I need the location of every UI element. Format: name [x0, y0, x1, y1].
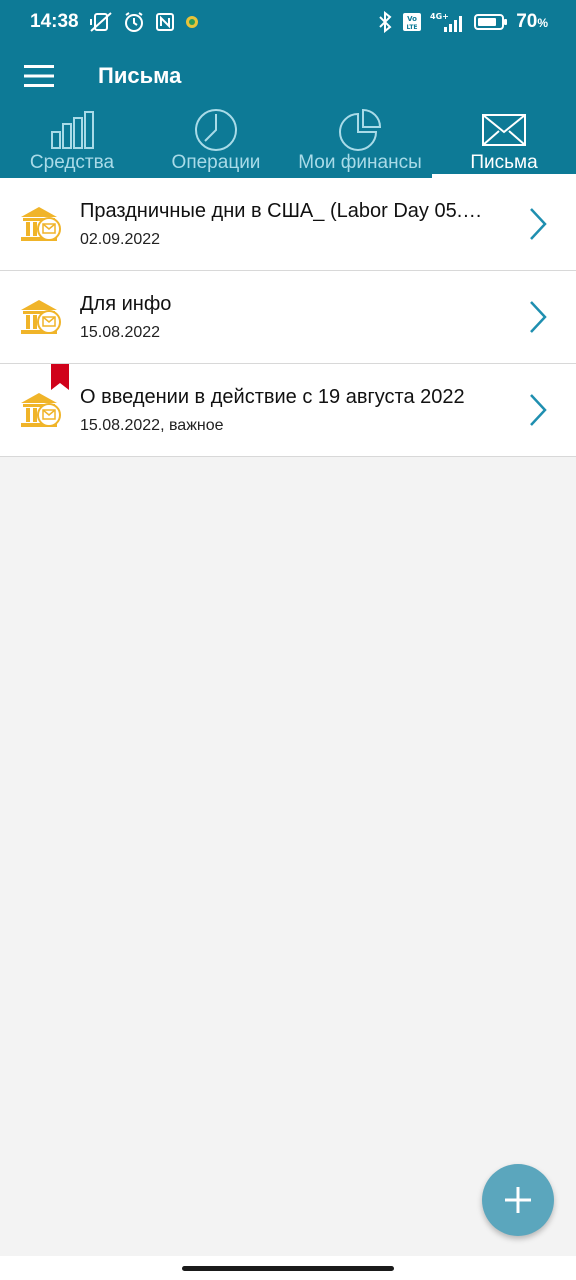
letter-date: 15.08.2022, важное: [80, 417, 224, 434]
chevron-right-icon: [500, 300, 576, 334]
add-letter-button[interactable]: [482, 1164, 554, 1236]
tab-operatsii[interactable]: Операции: [144, 108, 288, 178]
svg-text:4G+: 4G+: [430, 12, 449, 21]
letter-date: 15.08.2022: [80, 324, 161, 341]
letter-title: Праздничные дни в США_ (Labor Day 05.09.…: [80, 200, 490, 222]
chevron-right-icon: [500, 207, 576, 241]
menu-button[interactable]: [0, 44, 78, 108]
letter-row[interactable]: О введении в действие с 19 августа 2022 …: [0, 364, 576, 457]
alarm-icon: [123, 11, 145, 33]
bank-mail-icon: [0, 298, 80, 336]
letter-row[interactable]: Для инфо 15.08.2022: [0, 271, 576, 364]
volte-icon: Vo LTE: [402, 12, 422, 32]
clock-icon: [194, 108, 238, 152]
envelope-icon: [482, 108, 526, 152]
tab-moi-finansy[interactable]: Мои финансы: [288, 108, 432, 178]
bluetooth-icon: [376, 11, 394, 33]
tab-pisma[interactable]: Письма: [432, 108, 576, 178]
nfc-icon: [155, 12, 175, 32]
signal-icon: 4G+: [430, 11, 466, 33]
bar-chart-icon: [49, 108, 95, 152]
plus-icon: [505, 1187, 531, 1213]
battery-unit: %: [537, 16, 548, 30]
status-bar: 14:38 Vo LTE 4G+ 70%: [0, 0, 576, 44]
battery-icon: [474, 12, 508, 32]
home-indicator[interactable]: [182, 1266, 394, 1271]
bookmark-icon: [51, 364, 69, 395]
tab-label: Мои финансы: [298, 152, 422, 173]
letter-date: 02.09.2022: [80, 231, 161, 248]
svg-text:Vo: Vo: [407, 15, 417, 23]
letter-row[interactable]: Праздничные дни в США_ (Labor Day 05.09.…: [0, 178, 576, 271]
tab-label: Средства: [29, 152, 115, 173]
tab-bar: Средства Операции Мои финансы Письма: [0, 108, 576, 178]
status-time: 14:38: [30, 11, 79, 32]
app-notification-icon: [185, 15, 199, 29]
tab-label: Операции: [171, 152, 261, 173]
letters-list: Праздничные дни в США_ (Labor Day 05.09.…: [0, 178, 576, 457]
tab-label: Письма: [470, 152, 538, 173]
battery-level: 70: [516, 11, 538, 32]
app-bar: Письма: [0, 44, 576, 108]
bank-mail-icon: [0, 391, 80, 429]
pie-chart-icon: [338, 108, 382, 152]
letter-title: О введении в действие с 19 августа 2022: [80, 386, 465, 408]
tab-sredstva[interactable]: Средства: [0, 108, 144, 178]
svg-text:LTE: LTE: [407, 24, 418, 31]
bank-mail-icon: [0, 205, 80, 243]
vibrate-off-icon: [89, 11, 113, 33]
page-title: Письма: [98, 63, 182, 88]
letter-title: Для инфо: [80, 293, 172, 315]
hamburger-menu-icon: [24, 65, 54, 87]
chevron-right-icon: [500, 393, 576, 427]
